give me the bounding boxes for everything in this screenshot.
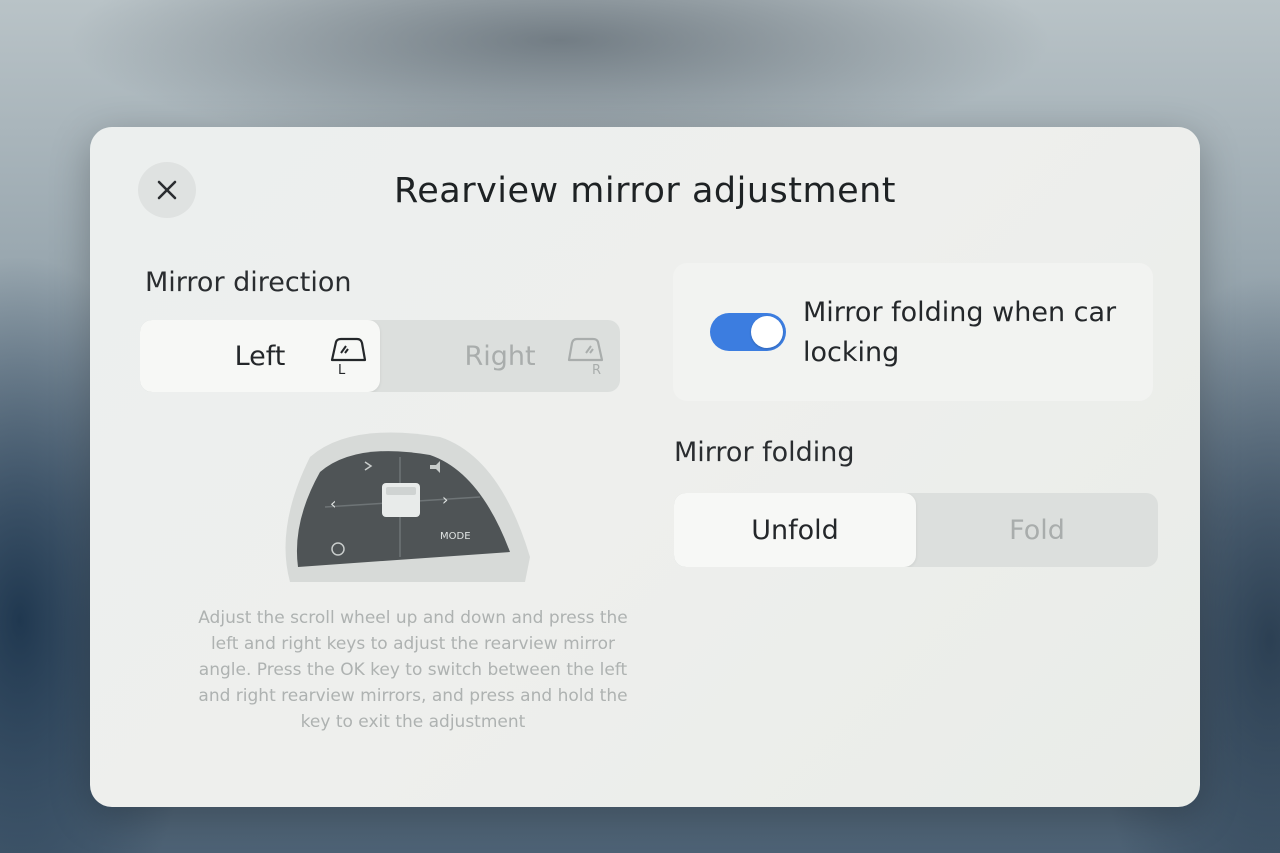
folding-on-lock-card: Mirror folding when car locking [673, 263, 1153, 401]
folding-on-lock-toggle[interactable] [710, 313, 786, 351]
fold-label: Fold [1009, 514, 1065, 546]
unfold-option[interactable]: Unfold [674, 493, 916, 567]
folding-on-lock-label: Mirror folding when car locking [803, 297, 1117, 368]
right-option-label: Right [464, 340, 536, 372]
svg-text:›: › [442, 490, 448, 509]
unfold-label: Unfold [751, 514, 839, 546]
mirror-direction-left[interactable]: Left L [140, 320, 380, 392]
mode-key-label: MODE [440, 531, 471, 542]
mirror-direction-selector: Left L Right R [140, 320, 620, 392]
fold-option[interactable]: Fold [916, 493, 1158, 567]
right-mirror-icon: R [567, 337, 604, 376]
help-text: Adjust the scroll wheel up and down and … [198, 608, 628, 732]
right-mirror-badge: R [592, 363, 601, 376]
mirror-adjustment-dialog: Rearview mirror adjustment Mirror direct… [90, 127, 1200, 807]
left-mirror-icon: L [330, 337, 367, 376]
svg-text:‹: ‹ [330, 494, 336, 513]
dialog-title: Rearview mirror adjustment [393, 171, 897, 211]
mirror-folding-selector: Unfold Fold [674, 493, 1158, 567]
steering-wheel-illustration: ‹ › MODE [270, 417, 540, 587]
mirror-folding-label: Mirror folding [674, 437, 855, 468]
toggle-knob [751, 316, 783, 348]
left-mirror-badge: L [338, 363, 346, 376]
mirror-direction-right[interactable]: Right R [380, 320, 620, 392]
mirror-direction-label: Mirror direction [145, 267, 352, 298]
left-option-label: Left [234, 340, 286, 372]
